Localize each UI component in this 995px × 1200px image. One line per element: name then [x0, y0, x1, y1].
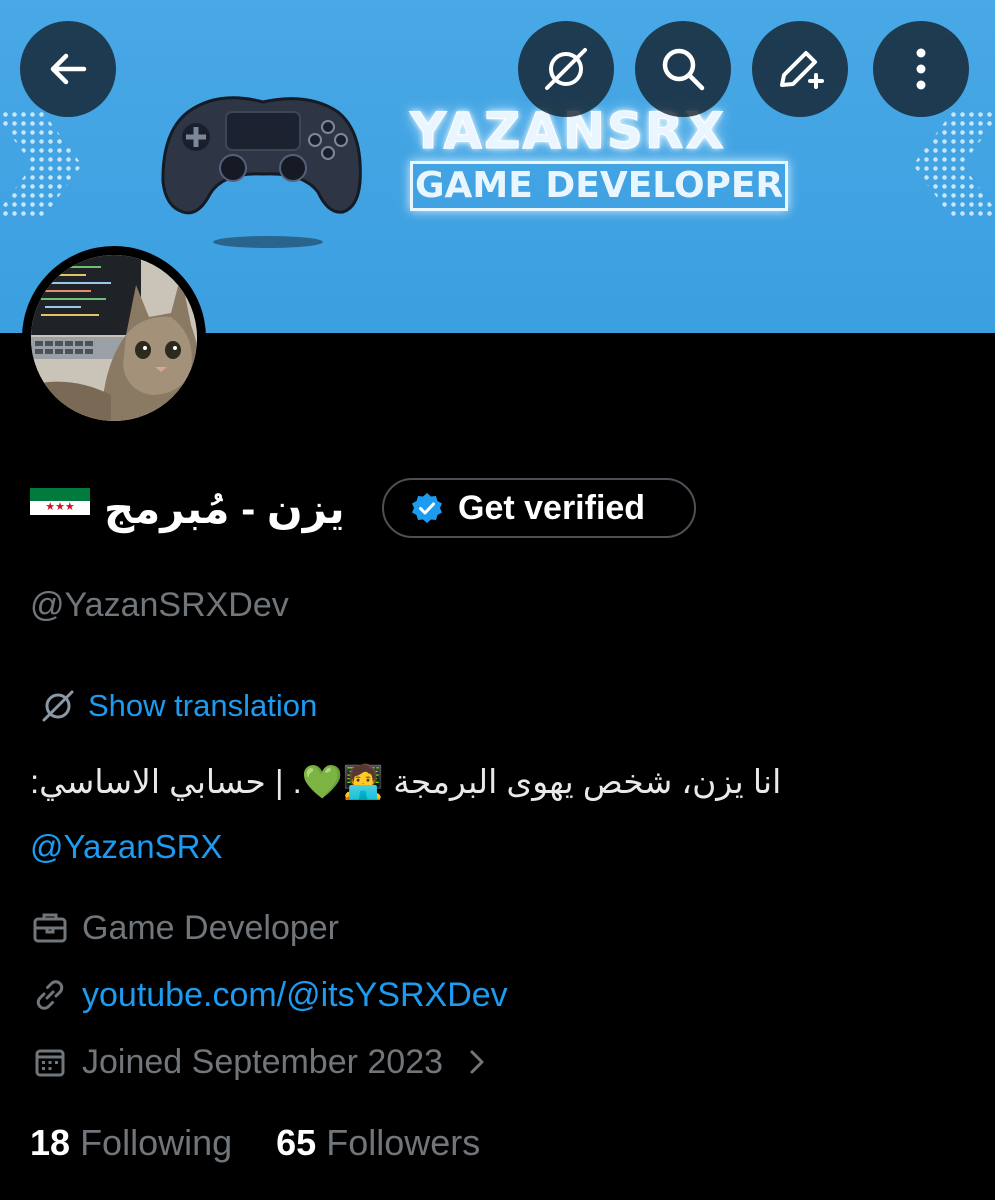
website-row[interactable]: youtube.com/@itsYSRXDev — [30, 975, 508, 1015]
follow-stats: 18 Following 65 Followers — [30, 1122, 480, 1164]
banner-chevron-dots-right — [913, 110, 995, 220]
get-verified-button[interactable]: Get verified — [382, 478, 696, 538]
banner-subtitle: GAME DEVELOPER — [410, 161, 789, 211]
followers-count: 65 — [276, 1122, 317, 1163]
search-icon — [662, 48, 705, 91]
translate-button[interactable] — [518, 21, 614, 117]
following-count: 18 — [30, 1122, 71, 1163]
profession-label: Game Developer — [82, 908, 340, 947]
back-button[interactable] — [20, 21, 116, 117]
more-options-button[interactable] — [873, 21, 969, 117]
show-translation-label: Show translation — [88, 688, 318, 723]
briefcase-icon — [30, 908, 70, 948]
website-link[interactable]: youtube.com/@itsYSRXDev — [82, 976, 508, 1015]
bio-text: انا يزن، شخص يهوى البرمجة 🧑‍💻💚. | حسابي … — [30, 763, 782, 800]
calendar-icon — [30, 1042, 70, 1082]
get-verified-label: Get verified — [458, 488, 646, 527]
followers-label: Followers — [326, 1122, 481, 1163]
banner-title: YAZANSRX — [409, 102, 726, 160]
display-name: يزن - مُبرمج — [104, 484, 345, 532]
search-button[interactable] — [635, 21, 731, 117]
banner-brand-text: YAZANSRX GAME DEVELOPER — [409, 102, 789, 211]
bio-mention-link[interactable]: @YazanSRX — [30, 828, 222, 866]
verified-badge-icon — [412, 493, 442, 523]
arrow-left-icon — [50, 53, 87, 85]
user-handle: @YazanSRXDev — [30, 586, 289, 624]
profession-row: Game Developer — [30, 908, 339, 948]
link-icon — [30, 975, 70, 1015]
joined-row[interactable]: Joined September 2023 — [30, 1042, 487, 1082]
translate-icon — [42, 690, 74, 722]
edit-button[interactable] — [752, 21, 848, 117]
avatar-photo — [31, 255, 197, 421]
avatar[interactable] — [22, 246, 206, 430]
show-translation-link[interactable]: Show translation — [40, 688, 317, 724]
edit-icon — [780, 51, 824, 89]
following-label: Following — [80, 1122, 233, 1163]
chevron-right-icon — [470, 1050, 484, 1074]
more-vertical-icon — [916, 48, 926, 90]
gamepad-icon — [161, 96, 362, 248]
banner-chevron-dots-left — [0, 110, 82, 220]
joined-label: Joined September 2023 — [82, 1042, 444, 1081]
name-row: ★★★ يزن - مُبرمج — [30, 476, 345, 540]
following-link[interactable]: 18 Following — [30, 1122, 232, 1163]
syria-revolution-flag-icon: ★★★ — [30, 488, 90, 528]
followers-link[interactable]: 65 Followers — [276, 1122, 480, 1163]
translate-icon — [545, 48, 587, 90]
